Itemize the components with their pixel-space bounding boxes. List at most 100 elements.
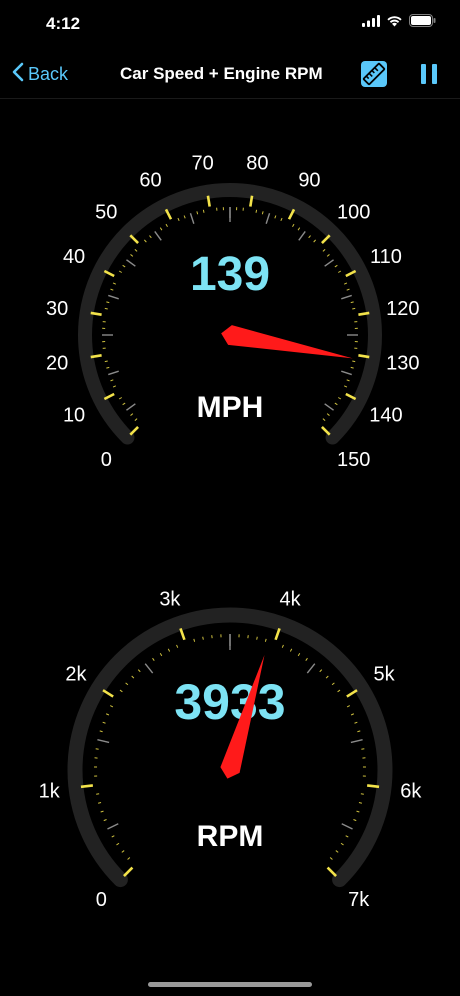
speed-minor-tick bbox=[350, 366, 354, 369]
rpm-major-tick bbox=[123, 866, 134, 877]
rpm-minor-tick bbox=[102, 721, 106, 724]
rpm-minor-tick bbox=[305, 657, 308, 661]
rpm-minor-tick bbox=[105, 713, 110, 716]
speed-mid-tick bbox=[154, 231, 162, 241]
speed-tick-label: 70 bbox=[191, 152, 213, 174]
cellular-signal-icon bbox=[362, 14, 380, 32]
speed-minor-tick bbox=[308, 235, 311, 239]
speed-minor-tick bbox=[334, 264, 338, 268]
rpm-minor-tick bbox=[152, 657, 155, 661]
speed-mid-tick bbox=[324, 259, 334, 267]
rpm-minor-tick bbox=[329, 857, 333, 860]
back-button-label: Back bbox=[28, 63, 69, 84]
rpm-minor-tick bbox=[345, 835, 349, 838]
rpm-mid-tick bbox=[97, 739, 110, 744]
status-bar: 4:12 bbox=[0, 0, 460, 50]
speed-minor-tick bbox=[297, 227, 301, 231]
rpm-minor-tick bbox=[340, 842, 344, 846]
speed-mid-tick bbox=[126, 259, 136, 267]
rpm-minor-tick bbox=[357, 730, 361, 733]
speed-major-tick bbox=[358, 311, 370, 316]
speed-mid-tick bbox=[324, 403, 334, 411]
speed-minor-tick bbox=[334, 402, 338, 406]
rpm-tick-label: 3k bbox=[159, 588, 181, 610]
speed-major-tick bbox=[129, 234, 139, 244]
speed-minor-tick bbox=[202, 209, 205, 213]
rpm-major-tick bbox=[346, 689, 358, 698]
rpm-gauge-dial: 0 1k 2k 3k 4k 5k 6k 7k 3933 RPM bbox=[39, 588, 423, 910]
rpm-major-tick bbox=[326, 866, 337, 877]
speed-minor-tick bbox=[122, 264, 126, 268]
speed-tick-label: 0 bbox=[101, 449, 112, 471]
rpm-minor-tick bbox=[360, 793, 364, 795]
status-time: 4:12 bbox=[46, 14, 81, 33]
speed-mid-tick bbox=[108, 294, 119, 300]
rpm-minor-tick bbox=[350, 713, 355, 716]
pause-button[interactable] bbox=[416, 61, 442, 87]
speed-major-tick bbox=[206, 195, 211, 207]
speed-minor-tick bbox=[110, 288, 114, 291]
speed-minor-tick bbox=[159, 227, 163, 231]
speed-tick-label: 130 bbox=[386, 353, 419, 375]
speed-tick-label: 120 bbox=[386, 298, 419, 320]
rpm-major-tick bbox=[102, 689, 114, 698]
rpm-minor-tick bbox=[116, 842, 120, 846]
rpm-minor-tick bbox=[331, 682, 335, 686]
speed-minor-tick bbox=[350, 301, 354, 304]
ruler-button[interactable] bbox=[360, 60, 388, 88]
rpm-minor-tick bbox=[110, 705, 114, 708]
speed-mid-tick bbox=[341, 370, 352, 376]
pause-icon bbox=[416, 64, 442, 91]
speed-minor-tick bbox=[326, 413, 330, 416]
rpm-minor-tick bbox=[337, 689, 341, 693]
rpm-minor-tick bbox=[354, 721, 358, 724]
rpm-minor-tick bbox=[356, 810, 360, 813]
speed-minor-tick bbox=[196, 211, 199, 215]
rpm-gauge: 0 1k 2k 3k 4k 5k 6k 7k 3933 RPM bbox=[0, 560, 460, 920]
speed-minor-tick bbox=[343, 385, 348, 388]
speed-minor-tick bbox=[106, 366, 110, 369]
rpm-minor-tick bbox=[176, 644, 179, 648]
rpm-minor-tick bbox=[119, 689, 123, 693]
speed-minor-tick bbox=[143, 239, 147, 243]
speed-minor-tick bbox=[313, 239, 317, 243]
rpm-mid-tick bbox=[341, 823, 353, 830]
speed-minor-tick bbox=[104, 360, 108, 363]
speed-tick-label: 150 bbox=[337, 449, 370, 471]
rpm-tick-label: 1k bbox=[39, 781, 61, 803]
speed-minor-tick bbox=[346, 288, 350, 291]
rpm-minor-tick bbox=[264, 638, 267, 642]
speed-mid-tick bbox=[108, 370, 119, 376]
speed-minor-tick bbox=[122, 402, 126, 406]
speed-minor-tick bbox=[352, 360, 356, 363]
rpm-minor-tick bbox=[100, 810, 104, 813]
rpm-minor-tick bbox=[325, 675, 329, 679]
rpm-minor-tick bbox=[193, 638, 196, 642]
speed-major-tick bbox=[358, 354, 370, 359]
speed-tick-label: 10 bbox=[63, 405, 85, 427]
rpm-mid-tick bbox=[350, 739, 363, 744]
rpm-minor-tick bbox=[167, 648, 171, 652]
back-button[interactable]: Back bbox=[12, 60, 68, 88]
speed-minor-tick bbox=[165, 223, 168, 227]
speed-minor-tick bbox=[255, 209, 258, 213]
speed-major-tick bbox=[321, 426, 331, 436]
speed-minor-tick bbox=[134, 248, 138, 252]
speed-minor-tick bbox=[280, 217, 283, 222]
rpm-minor-tick bbox=[131, 675, 135, 679]
speed-minor-tick bbox=[110, 379, 114, 382]
speed-major-tick bbox=[90, 311, 102, 316]
ruler-icon bbox=[360, 61, 388, 92]
speed-minor-tick bbox=[130, 413, 134, 416]
speed-minor-tick bbox=[112, 282, 117, 285]
speed-minor-tick bbox=[343, 282, 348, 285]
rpm-minor-tick bbox=[111, 835, 115, 838]
rpm-minor-tick bbox=[353, 819, 357, 822]
rpm-minor-tick bbox=[319, 669, 323, 673]
speed-minor-tick bbox=[352, 307, 356, 310]
speed-tick-label: 20 bbox=[46, 353, 68, 375]
rpm-minor-tick bbox=[256, 636, 258, 640]
rpm-mid-tick bbox=[107, 823, 119, 830]
rpm-minor-tick bbox=[96, 793, 100, 795]
rpm-minor-tick bbox=[281, 644, 284, 648]
